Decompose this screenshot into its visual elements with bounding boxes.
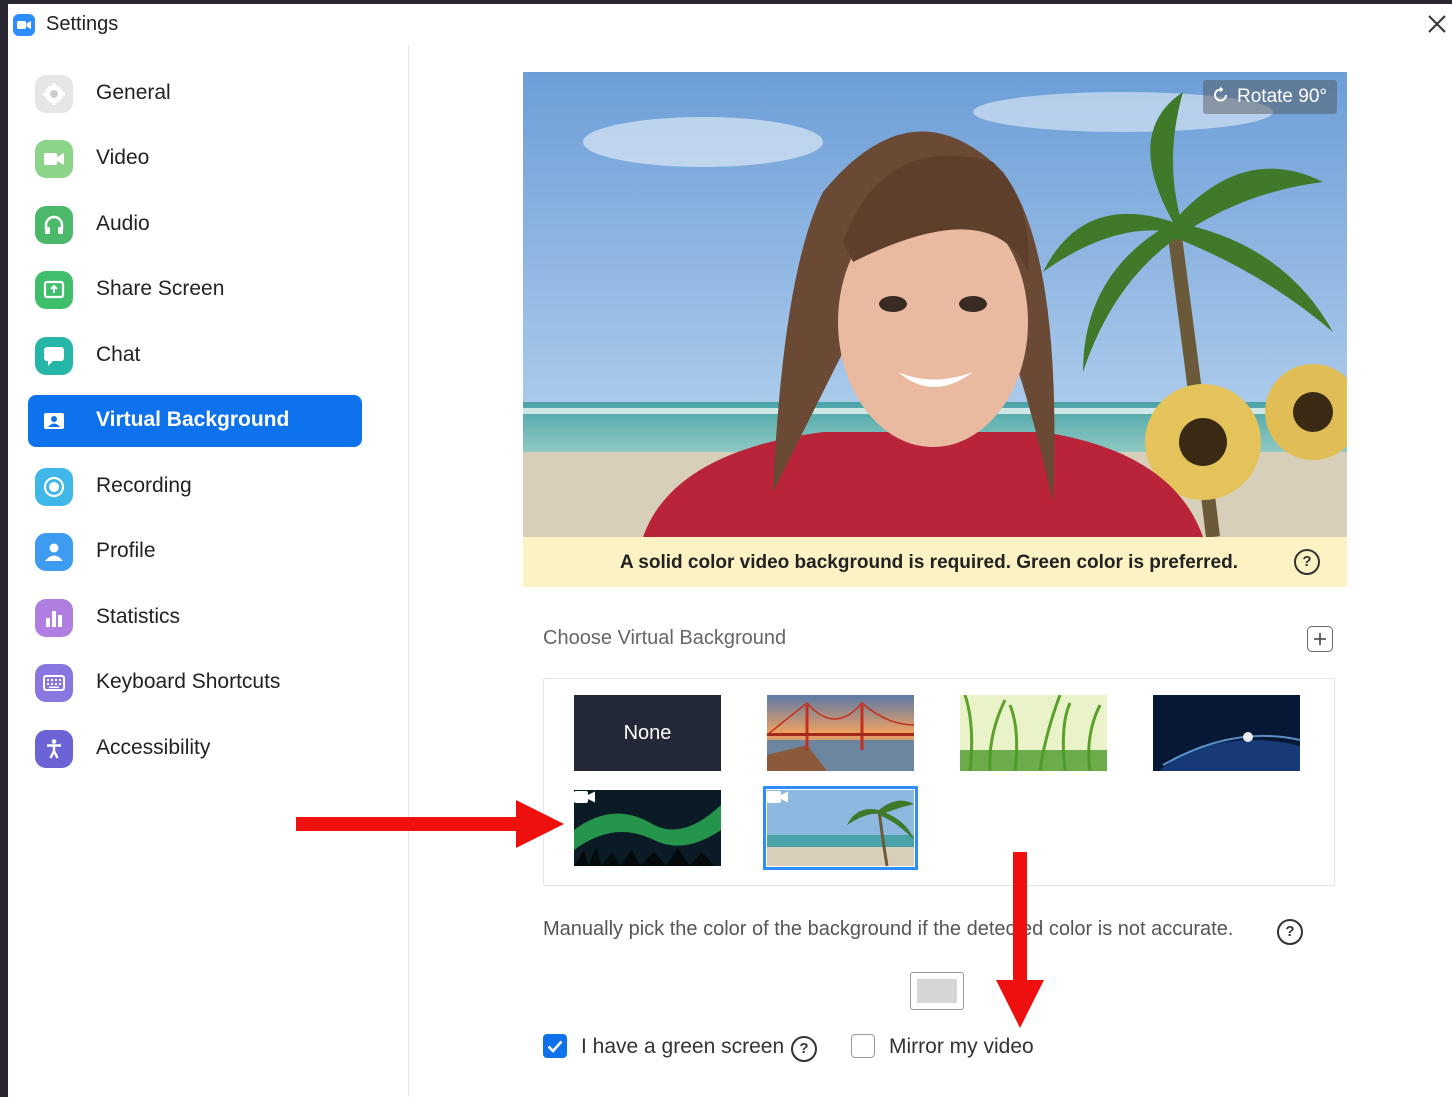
background-gallery: None <box>543 678 1335 886</box>
sidebar-item-label: Statistics <box>96 605 181 628</box>
sidebar-item-label: Keyboard Shortcuts <box>96 670 281 693</box>
window-title: Settings <box>46 13 119 35</box>
background-none[interactable]: None <box>574 695 721 771</box>
video-camera-icon <box>767 791 788 803</box>
annotation-arrow-down <box>996 852 1044 1028</box>
video-camera-icon <box>574 791 595 803</box>
virtual-background-icon <box>35 402 73 440</box>
background-beach-palm[interactable] <box>763 786 918 870</box>
mirror-video-label: Mirror my video <box>889 1035 1034 1058</box>
settings-window: Settings General Video Audio Share Scree… <box>8 4 1452 1097</box>
record-icon <box>35 468 73 506</box>
green-screen-option[interactable]: I have a green screen <box>543 1034 785 1062</box>
sidebar-item-virtual-background[interactable]: Virtual Background <box>28 395 362 447</box>
rotate-label: Rotate 90° <box>1237 86 1327 107</box>
choose-background-label: Choose Virtual Background <box>543 627 787 649</box>
mirror-video-checkbox[interactable] <box>851 1034 875 1058</box>
zoom-app-icon <box>12 13 36 37</box>
sidebar-item-profile[interactable]: Profile <box>28 526 362 578</box>
rotate-button[interactable]: Rotate 90° <box>1203 80 1337 114</box>
sidebar-item-share-screen[interactable]: Share Screen <box>28 264 362 316</box>
background-color-picker[interactable] <box>910 972 964 1010</box>
title-bar: Settings <box>8 4 1452 46</box>
chat-bubble-icon <box>35 337 73 375</box>
sidebar-item-label: Audio <box>96 212 150 235</box>
sidebar-item-chat[interactable]: Chat <box>28 330 362 382</box>
sidebar-item-label: Profile <box>96 539 156 562</box>
gear-icon <box>35 75 73 113</box>
sidebar-item-recording[interactable]: Recording <box>28 461 362 513</box>
green-screen-label: I have a green screen <box>581 1035 785 1058</box>
sidebar-item-label: Accessibility <box>96 736 211 759</box>
sidebar-item-label: Video <box>96 146 150 169</box>
keyboard-icon <box>35 664 73 702</box>
plus-icon <box>1314 633 1326 645</box>
close-icon <box>1428 15 1446 33</box>
sidebar-item-accessibility[interactable]: Accessibility <box>28 723 362 775</box>
help-icon[interactable]: ? <box>791 1036 817 1062</box>
sidebar-item-video[interactable]: Video <box>28 133 362 185</box>
background-grass[interactable] <box>960 695 1107 771</box>
close-button[interactable] <box>1422 9 1452 39</box>
mirror-video-option[interactable]: Mirror my video <box>851 1034 1051 1062</box>
video-preview: Rotate 90° <box>523 72 1347 537</box>
color-swatch-fill <box>917 979 957 1003</box>
warning-banner: A solid color video background is requir… <box>523 537 1347 587</box>
video-preview-image <box>523 72 1347 537</box>
sidebar-item-general[interactable]: General <box>28 68 362 120</box>
manual-pick-text: Manually pick the color of the backgroun… <box>543 918 1234 940</box>
sidebar-item-label: General <box>96 81 171 104</box>
sidebar-item-label: Chat <box>96 343 141 366</box>
add-background-button[interactable] <box>1307 626 1333 652</box>
rotate-icon <box>1211 83 1231 103</box>
video-camera-icon <box>35 140 73 178</box>
sidebar-item-audio[interactable]: Audio <box>28 199 362 251</box>
sidebar-item-keyboard-shortcuts[interactable]: Keyboard Shortcuts <box>28 657 362 709</box>
background-aurora[interactable] <box>574 790 721 866</box>
headphones-icon <box>35 206 73 244</box>
background-golden-gate[interactable] <box>767 695 914 771</box>
green-screen-checkbox[interactable] <box>543 1034 567 1058</box>
sidebar-item-label: Share Screen <box>96 277 225 300</box>
share-screen-icon <box>35 271 73 309</box>
help-icon[interactable]: ? <box>1277 919 1303 945</box>
settings-sidebar: General Video Audio Share Screen Chat Vi… <box>8 46 409 1097</box>
help-icon[interactable]: ? <box>1294 549 1320 575</box>
sidebar-item-label: Virtual Background <box>96 408 290 431</box>
accessibility-icon <box>35 730 73 768</box>
background-earth[interactable] <box>1153 695 1300 771</box>
sidebar-item-statistics[interactable]: Statistics <box>28 592 362 644</box>
sidebar-item-label: Recording <box>96 474 192 497</box>
checkmark-icon <box>547 1040 563 1053</box>
profile-icon <box>35 533 73 571</box>
annotation-arrow-right <box>296 800 564 848</box>
virtual-background-panel: Rotate 90° A solid color video backgroun… <box>409 46 1452 1097</box>
warning-text: A solid color video background is requir… <box>620 552 1239 573</box>
bar-chart-icon <box>35 599 73 637</box>
